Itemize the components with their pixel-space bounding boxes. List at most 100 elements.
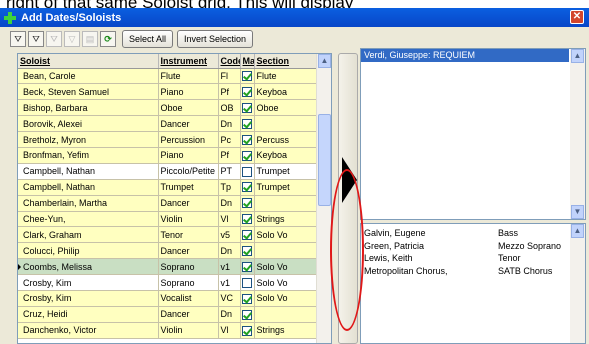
filter-edit-icon[interactable]: ⛛ (46, 31, 62, 47)
works-list[interactable]: Verdi, Giuseppe: REQUIEM ▲ ▼ (360, 48, 586, 220)
cell-section (254, 242, 319, 260)
mark-checkbox[interactable] (241, 325, 252, 336)
add-plus-icon (4, 11, 16, 24)
window-title-bar[interactable]: Add Dates/Soloists ✕ (0, 8, 589, 27)
cell-mark (240, 211, 255, 228)
cell-code: Dn (218, 242, 241, 260)
table-row[interactable]: Coombs, Melissa Soprano v1 Solo Vo (18, 258, 319, 276)
list-item[interactable]: Green, Patricia Mezzo Soprano (361, 240, 585, 253)
filter-lock-icon[interactable]: ▤ (82, 31, 98, 47)
works-list-item[interactable]: Verdi, Giuseppe: REQUIEM (361, 49, 569, 62)
soloist-name: Beck, Steven Samuel (23, 86, 110, 97)
mark-checkbox[interactable] (241, 87, 252, 98)
invert-selection-button[interactable]: Invert Selection (177, 30, 254, 48)
table-row[interactable]: Crosby, Kim Vocalist VC Solo Vo (18, 290, 319, 307)
filter-icon[interactable]: ⛛ (10, 31, 26, 47)
cell-instrument: Violin (158, 322, 219, 339)
soloist-name: Bean, Carole (23, 70, 76, 81)
mark-checkbox[interactable] (241, 230, 252, 241)
assigned-soloists-list[interactable]: Galvin, Eugene Bass Green, Patricia Mezzo S… (360, 223, 586, 344)
mark-checkbox[interactable] (241, 134, 252, 145)
mark-checkbox[interactable] (241, 118, 252, 129)
cell-mark (240, 226, 255, 244)
table-row[interactable]: Crosby, Kim Soprano v1 Solo Vo (18, 274, 319, 291)
scroll-up-icon[interactable]: ▲ (571, 224, 584, 238)
cell-instrument: Dancer (158, 115, 219, 133)
assigned-list-scrollbar[interactable]: ▲ (570, 224, 585, 343)
cell-instrument: Dancer (158, 195, 219, 212)
close-button[interactable]: ✕ (570, 10, 584, 24)
table-row[interactable]: Beck, Steven Samuel Piano Pf Keyboa (18, 83, 319, 101)
assigned-soloist-voice: Tenor (498, 253, 521, 263)
cell-section: Solo Vo (254, 226, 319, 244)
mark-checkbox[interactable] (241, 198, 252, 209)
cell-soloist: Campbell, Nathan (18, 163, 159, 180)
cell-section: Solo Vo (254, 274, 319, 291)
works-list-scrollbar[interactable]: ▲ ▼ (570, 49, 585, 219)
soloist-name: Campbell, Nathan (23, 182, 96, 193)
table-row[interactable]: Bishop, Barbara Oboe OB Oboe (18, 99, 319, 117)
cell-instrument: Trumpet (158, 179, 219, 196)
cell-instrument: Flute (158, 68, 219, 85)
table-row[interactable]: Cruz, Heidi Dancer Dn (18, 306, 319, 323)
select-all-button[interactable]: Select All (122, 30, 174, 48)
scroll-down-icon[interactable]: ▼ (571, 205, 584, 219)
mark-checkbox[interactable] (241, 166, 252, 177)
list-item[interactable]: Lewis, Keith Tenor (361, 252, 585, 265)
cell-section: Trumpet (254, 179, 319, 196)
table-row[interactable]: Campbell, Nathan Trumpet Tp Trumpet (18, 179, 319, 196)
cell-instrument: Soprano (158, 258, 219, 276)
mark-checkbox[interactable] (241, 214, 252, 225)
table-row[interactable]: Bronfman, Yefim Piano Pf Keyboa (18, 147, 319, 164)
cell-instrument: Dancer (158, 242, 219, 260)
mark-checkbox[interactable] (241, 103, 252, 114)
scroll-up-icon[interactable]: ▲ (318, 54, 331, 68)
cell-section: Keyboa (254, 83, 319, 101)
row-pointer-icon (18, 263, 24, 272)
table-row[interactable]: Colucci, Philip Dancer Dn (18, 242, 319, 260)
mark-checkbox[interactable] (241, 277, 252, 288)
column-header-instrument[interactable]: Instrument (158, 54, 219, 69)
column-header-mark[interactable]: Ma (240, 54, 255, 69)
mark-checkbox[interactable] (241, 182, 252, 193)
scroll-thumb[interactable] (318, 114, 331, 206)
cell-code: Fl (218, 68, 241, 85)
cell-code: Tp (218, 179, 241, 196)
refresh-icon[interactable]: ⟳ (100, 31, 116, 47)
scroll-up-icon[interactable]: ▲ (571, 49, 584, 63)
soloist-name: Chamberlain, Martha (23, 198, 108, 209)
table-row[interactable]: Campbell, Nathan Piccolo/Petite PT Trumpet (18, 163, 319, 180)
column-header-soloist[interactable]: Soloist (18, 54, 159, 69)
soloist-grid[interactable]: Soloist Instrument Code Ma Section Bean,… (17, 53, 332, 344)
dialog-body: ⛛ ⛛ ⛛ ▽ ▤ ⟳ Select All Invert Selection … (0, 27, 589, 344)
mark-checkbox[interactable] (241, 261, 252, 272)
table-row[interactable]: Clark, Graham Tenor v5 Solo Vo (18, 226, 319, 244)
table-row[interactable]: Chee-Yun, Violin Vl Strings (18, 211, 319, 228)
table-row[interactable]: Danchenko, Victor Violin Vl Strings (18, 322, 319, 339)
column-header-code[interactable]: Code (218, 54, 241, 69)
mark-checkbox[interactable] (241, 293, 252, 304)
filter-check-icon[interactable]: ⛛ (28, 31, 44, 47)
table-row[interactable]: Borovik, Alexei Dancer Dn (18, 115, 319, 133)
mark-checkbox[interactable] (241, 71, 252, 82)
mark-checkbox[interactable] (241, 246, 252, 257)
window-title: Add Dates/Soloists (21, 11, 122, 24)
assigned-soloist-name: Metropolitan Chorus, (364, 265, 448, 276)
cell-code: Dn (218, 306, 241, 323)
mark-checkbox[interactable] (241, 150, 252, 161)
grid-scrollbar[interactable]: ▲ (316, 54, 331, 343)
table-row[interactable]: Bretholz, Myron Percussion Pc Percuss (18, 131, 319, 148)
table-row[interactable]: Chamberlain, Martha Dancer Dn (18, 195, 319, 212)
soloist-name: Bronfman, Yefim (23, 150, 90, 161)
list-item[interactable]: Metropolitan Chorus, SATB Chorus (361, 265, 585, 278)
cell-mark (240, 179, 255, 196)
cell-instrument: Soprano (158, 274, 219, 291)
table-row[interactable]: Bean, Carole Flute Fl Flute (18, 68, 319, 85)
cell-code: v1 (218, 274, 241, 291)
cell-code: PT (218, 163, 241, 180)
list-item[interactable]: Galvin, Eugene Bass (361, 227, 585, 240)
column-header-section[interactable]: Section (254, 54, 319, 69)
filter-clear-icon[interactable]: ▽ (64, 31, 80, 47)
cell-code: Pf (218, 147, 241, 164)
mark-checkbox[interactable] (241, 309, 252, 320)
